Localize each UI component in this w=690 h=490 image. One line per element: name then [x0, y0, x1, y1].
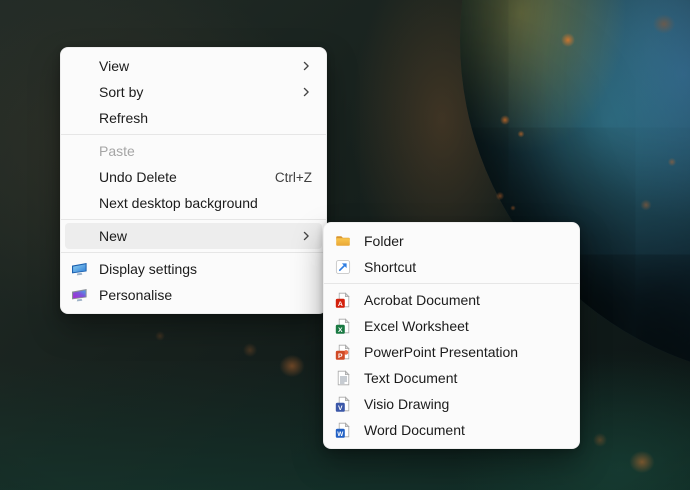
submenu-item-visio-drawing[interactable]: V Visio Drawing [328, 391, 575, 417]
menu-item-label: PowerPoint Presentation [364, 344, 518, 360]
word-icon: W [328, 422, 364, 438]
submenu-item-acrobat-document[interactable]: A Acrobat Document [328, 287, 575, 313]
powerpoint-icon: P [328, 344, 364, 360]
menu-item-label: View [99, 58, 129, 74]
menu-item-label: Acrobat Document [364, 292, 480, 308]
menu-item-label: Display settings [99, 261, 197, 277]
submenu-item-folder[interactable]: Folder [328, 228, 575, 254]
chevron-right-icon [300, 230, 312, 242]
menu-item-new[interactable]: New [65, 223, 322, 249]
chevron-right-icon [300, 60, 312, 72]
menu-separator [61, 252, 326, 253]
menu-item-label: Sort by [99, 84, 143, 100]
menu-item-paste: Paste [65, 138, 322, 164]
submenu-item-powerpoint-presentation[interactable]: P PowerPoint Presentation [328, 339, 575, 365]
menu-item-sort-by[interactable]: Sort by [65, 79, 322, 105]
text-document-icon [328, 370, 364, 386]
keyboard-shortcut: Ctrl+Z [275, 170, 312, 185]
svg-text:A: A [338, 301, 343, 308]
svg-text:V: V [338, 405, 343, 412]
menu-item-label: Refresh [99, 110, 148, 126]
svg-text:P: P [338, 353, 343, 360]
menu-item-label: Personalise [99, 287, 172, 303]
menu-item-label: Folder [364, 233, 404, 249]
personalise-icon [65, 287, 99, 303]
menu-item-undo-delete[interactable]: Undo Delete Ctrl+Z [65, 164, 322, 190]
svg-text:W: W [337, 431, 344, 438]
submenu-item-excel-worksheet[interactable]: X Excel Worksheet [328, 313, 575, 339]
menu-item-label: Text Document [364, 370, 457, 386]
menu-separator [61, 219, 326, 220]
menu-item-refresh[interactable]: Refresh [65, 105, 322, 131]
menu-item-label: New [99, 228, 127, 244]
excel-icon: X [328, 318, 364, 334]
menu-item-view[interactable]: View [65, 53, 322, 79]
menu-item-label: Next desktop background [99, 195, 258, 211]
menu-item-label: Shortcut [364, 259, 416, 275]
desktop: View Sort by Refresh Paste Undo Delete C… [0, 0, 690, 490]
menu-item-label: Paste [99, 143, 135, 159]
chevron-right-icon [300, 86, 312, 98]
acrobat-icon: A [328, 292, 364, 308]
submenu-item-text-document[interactable]: Text Document [328, 365, 575, 391]
shortcut-icon [328, 259, 364, 275]
menu-item-next-desktop-background[interactable]: Next desktop background [65, 190, 322, 216]
menu-item-label: Excel Worksheet [364, 318, 469, 334]
menu-item-display-settings[interactable]: Display settings [65, 256, 322, 282]
visio-icon: V [328, 396, 364, 412]
submenu-item-word-document[interactable]: W Word Document [328, 417, 575, 443]
menu-item-label: Word Document [364, 422, 465, 438]
desktop-context-menu: View Sort by Refresh Paste Undo Delete C… [60, 47, 327, 314]
folder-icon [328, 233, 364, 249]
menu-separator [324, 283, 579, 284]
menu-item-personalise[interactable]: Personalise [65, 282, 322, 308]
submenu-item-shortcut[interactable]: Shortcut [328, 254, 575, 280]
menu-item-label: Undo Delete [99, 169, 177, 185]
menu-item-label: Visio Drawing [364, 396, 449, 412]
new-submenu: Folder Shortcut A Ac [323, 222, 580, 449]
svg-text:X: X [338, 327, 343, 334]
display-settings-icon [65, 261, 99, 277]
menu-separator [61, 134, 326, 135]
